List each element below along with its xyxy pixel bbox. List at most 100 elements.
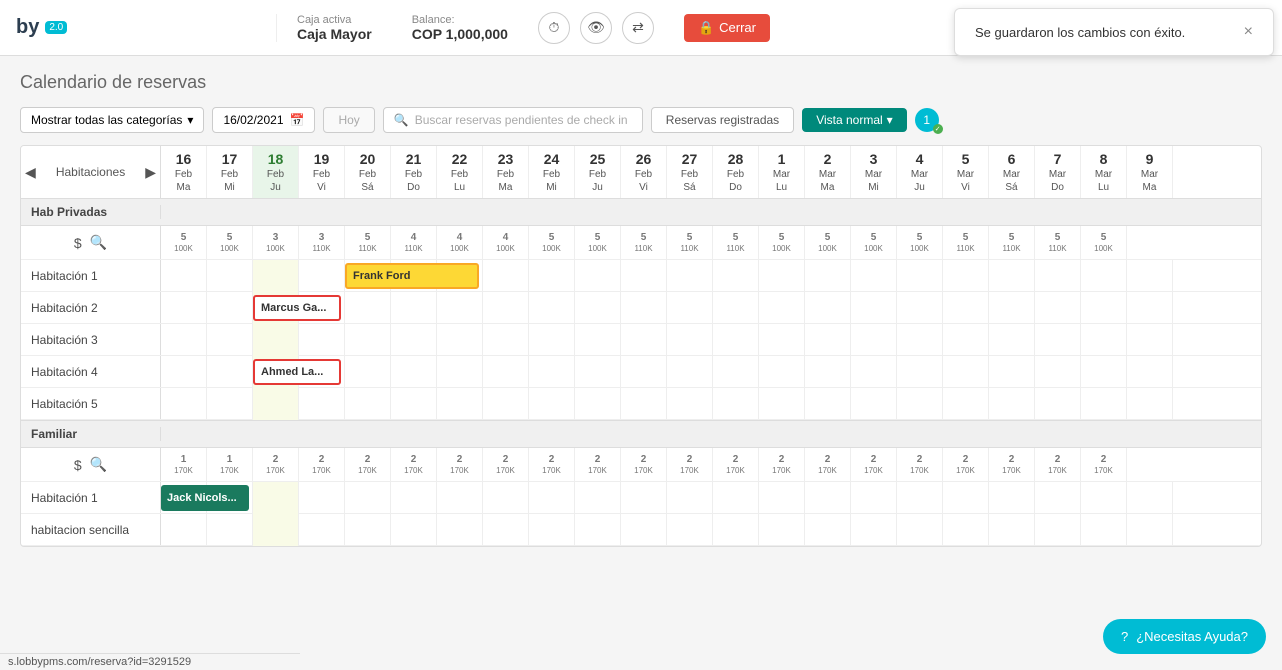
booking-block[interactable]: Frank Ford xyxy=(345,263,479,289)
cerrar-button[interactable]: 🔒 Cerrar xyxy=(684,14,770,42)
booking-block[interactable]: Jack Nicols... xyxy=(161,485,249,511)
prev-arrow[interactable]: ◀ xyxy=(25,164,36,181)
transfer-icon[interactable]: ⇄ xyxy=(622,12,654,44)
dollar-icon: $ xyxy=(74,235,82,251)
price-cell[interactable]: 5100K xyxy=(161,226,207,259)
price-cell[interactable]: 2170K xyxy=(621,448,667,481)
room-cell xyxy=(943,482,989,514)
price-cell[interactable]: 5110K xyxy=(621,226,667,259)
room-cell xyxy=(1127,482,1173,514)
price-cell[interactable]: 2170K xyxy=(299,448,345,481)
price-cell[interactable]: 3110K xyxy=(299,226,345,259)
price-cell[interactable]: 5110K xyxy=(943,226,989,259)
price-cell[interactable]: 5100K xyxy=(207,226,253,259)
room-cell xyxy=(345,482,391,514)
price-cell[interactable]: 2170K xyxy=(1035,448,1081,481)
price-cell[interactable]: 2170K xyxy=(529,448,575,481)
price-cell[interactable]: 2170K xyxy=(391,448,437,481)
price-row-1: $🔍1170K1170K2170K2170K2170K2170K2170K217… xyxy=(21,448,1261,482)
price-cells-1: 1170K1170K2170K2170K2170K2170K2170K2170K… xyxy=(161,448,1261,481)
room-row-Habitación-4: Habitación 4 Ahmed La... xyxy=(21,356,1261,388)
price-cell[interactable]: 2170K xyxy=(897,448,943,481)
price-cell[interactable]: 2170K xyxy=(437,448,483,481)
price-cell[interactable]: 2170K xyxy=(759,448,805,481)
room-cell xyxy=(621,388,667,420)
price-cell[interactable]: 2170K xyxy=(1081,448,1127,481)
price-cell[interactable]: 2170K xyxy=(851,448,897,481)
price-cell[interactable]: 2170K xyxy=(943,448,989,481)
room-row-habitacion-sencilla: habitacion sencilla xyxy=(21,514,1261,546)
price-cell[interactable]: 1170K xyxy=(207,448,253,481)
room-cell xyxy=(667,388,713,420)
vista-normal-button[interactable]: Vista normal ▾ xyxy=(802,108,907,132)
price-cell[interactable]: 5110K xyxy=(667,226,713,259)
history-icon[interactable]: ⏱ xyxy=(538,12,570,44)
room-cell xyxy=(851,514,897,546)
next-arrow[interactable]: ▶ xyxy=(145,164,156,181)
reservas-registradas-button[interactable]: Reservas registradas xyxy=(651,107,794,133)
help-button[interactable]: ? ¿Necesitas Ayuda? xyxy=(1103,619,1266,654)
room-cell xyxy=(943,260,989,292)
price-cell[interactable]: 5100K xyxy=(897,226,943,259)
counter-badge: 1 ✓ xyxy=(915,108,939,132)
price-cell[interactable]: 5100K xyxy=(1081,226,1127,259)
room-cell xyxy=(943,292,989,324)
price-cell[interactable]: 2170K xyxy=(483,448,529,481)
room-cell xyxy=(529,482,575,514)
price-cell[interactable]: 5110K xyxy=(989,226,1035,259)
question-icon: ? xyxy=(1121,629,1128,644)
price-cell[interactable]: 2170K xyxy=(713,448,759,481)
room-row-Habitación-3: Habitación 3 xyxy=(21,324,1261,356)
caja-section: Caja activa Caja Mayor xyxy=(276,14,372,42)
room-cell xyxy=(897,292,943,324)
date-cell-27Feb: 27FebSá xyxy=(667,146,713,198)
price-cell[interactable]: 1170K xyxy=(161,448,207,481)
price-cell[interactable]: 4100K xyxy=(483,226,529,259)
price-cell[interactable]: 2170K xyxy=(575,448,621,481)
price-cell[interactable]: 5100K xyxy=(529,226,575,259)
room-cell xyxy=(713,324,759,356)
room-cell xyxy=(713,388,759,420)
category-select[interactable]: Mostrar todas las categorías ▾ xyxy=(20,107,204,133)
date-cell-8Mar: 8MarLu xyxy=(1081,146,1127,198)
price-cell[interactable]: 2170K xyxy=(989,448,1035,481)
date-cell-2Mar: 2MarMa xyxy=(805,146,851,198)
hoy-button[interactable]: Hoy xyxy=(323,107,374,133)
price-cell[interactable]: 2170K xyxy=(805,448,851,481)
room-row-Habitación-5: Habitación 5 xyxy=(21,388,1261,420)
price-icons-0[interactable]: $🔍 xyxy=(21,226,161,259)
price-cell[interactable]: 3100K xyxy=(253,226,299,259)
price-cell[interactable]: 2170K xyxy=(345,448,391,481)
search-reservas-input[interactable]: 🔍 Buscar reservas pendientes de check in xyxy=(383,107,643,133)
price-cell[interactable]: 5100K xyxy=(759,226,805,259)
room-cell xyxy=(575,482,621,514)
eye-icon[interactable]: 👁 xyxy=(580,12,612,44)
booking-block[interactable]: Marcus Ga... xyxy=(253,295,341,321)
booking-block[interactable]: Ahmed La... xyxy=(253,359,341,385)
price-cell[interactable]: 5110K xyxy=(713,226,759,259)
room-cell xyxy=(1035,356,1081,388)
price-cell[interactable]: 5100K xyxy=(575,226,621,259)
date-input[interactable]: 16/02/2021 📅 xyxy=(212,107,315,133)
logo-area: by 2.0 xyxy=(16,16,96,39)
price-cell[interactable]: 5100K xyxy=(805,226,851,259)
room-cell xyxy=(1035,260,1081,292)
toast-close-button[interactable]: × xyxy=(1244,23,1253,41)
room-cell xyxy=(989,292,1035,324)
room-label: habitacion sencilla xyxy=(21,514,161,545)
balance-label: Balance: xyxy=(412,14,508,26)
price-icons-1[interactable]: $🔍 xyxy=(21,448,161,481)
calendar-header: ◀ Habitaciones ▶ 16FebMa17FebMi18FebJu19… xyxy=(21,146,1261,198)
price-cell[interactable]: 4110K xyxy=(391,226,437,259)
price-cell[interactable]: 2170K xyxy=(667,448,713,481)
price-cell[interactable]: 5100K xyxy=(851,226,897,259)
price-cell[interactable]: 2170K xyxy=(253,448,299,481)
price-cell[interactable]: 4100K xyxy=(437,226,483,259)
habitaciones-header: ◀ Habitaciones ▶ xyxy=(21,146,161,198)
price-cell[interactable]: 5110K xyxy=(1035,226,1081,259)
room-cell xyxy=(805,292,851,324)
price-cell[interactable]: 5110K xyxy=(345,226,391,259)
room-cell xyxy=(851,482,897,514)
check-icon: ✓ xyxy=(933,124,943,134)
date-cell-16Feb: 16FebMa xyxy=(161,146,207,198)
